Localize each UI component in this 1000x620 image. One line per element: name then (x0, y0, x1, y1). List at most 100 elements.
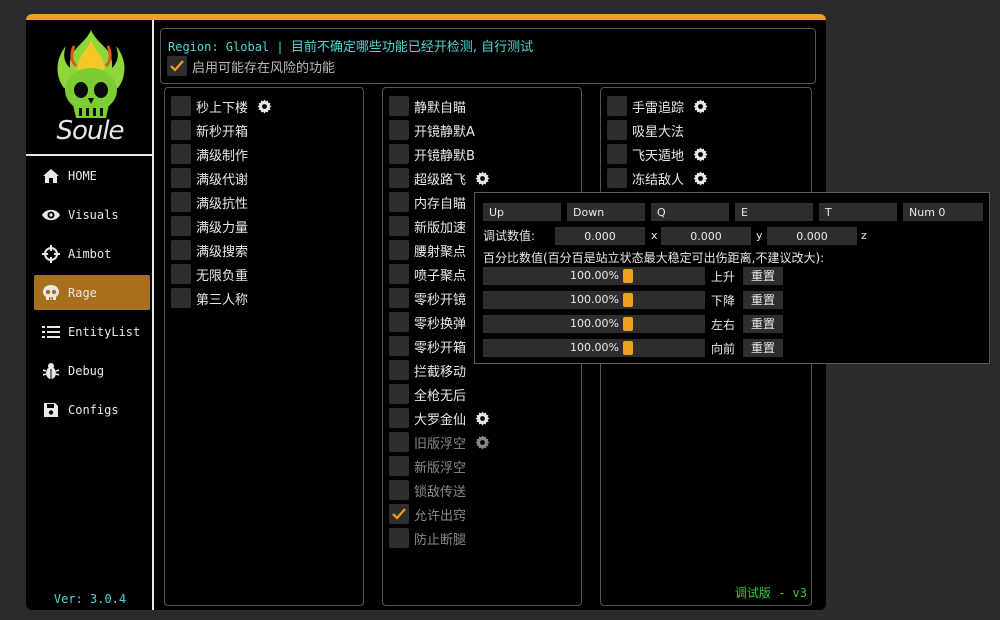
nav-item-rage[interactable]: Rage (34, 275, 150, 310)
key-field-num0[interactable]: Num 0 (903, 203, 983, 221)
reset-button[interactable]: 重置 (743, 315, 783, 333)
feature-toggle[interactable]: 静默自瞄 (389, 96, 466, 116)
feature-checkbox[interactable] (389, 264, 409, 284)
feature-toggle[interactable]: 冻结敌人 (607, 168, 708, 188)
feature-toggle[interactable]: 拦截移动 (389, 360, 466, 380)
feature-checkbox[interactable] (389, 96, 409, 116)
slider-handle[interactable] (623, 341, 633, 355)
feature-toggle[interactable]: 内存自瞄 (389, 192, 466, 212)
feature-toggle[interactable]: 手雷追踪 (607, 96, 708, 116)
feature-toggle[interactable]: 新秒开箱 (171, 120, 248, 140)
slider-handle[interactable] (623, 317, 633, 331)
feature-checkbox[interactable] (389, 408, 409, 428)
feature-toggle[interactable]: 秒上下楼 (171, 96, 272, 116)
feature-checkbox[interactable] (389, 192, 409, 212)
feature-toggle[interactable]: 零秒换弹 (389, 312, 466, 332)
feature-checkbox[interactable] (171, 168, 191, 188)
feature-toggle[interactable]: 腰射聚点 (389, 240, 466, 260)
gear-icon[interactable] (474, 434, 490, 450)
debug-z-input[interactable]: 0.000 (767, 227, 857, 245)
gear-icon[interactable] (256, 98, 272, 114)
percent-slider[interactable]: 100.00% (483, 291, 705, 309)
feature-toggle[interactable]: 无限负重 (171, 264, 248, 284)
feature-toggle[interactable]: 满级制作 (171, 144, 248, 164)
feature-toggle[interactable]: 吸星大法 (607, 120, 684, 140)
feature-toggle[interactable]: 超级路飞 (389, 168, 490, 188)
feature-checkbox[interactable] (389, 240, 409, 260)
key-field-q[interactable]: Q (651, 203, 729, 221)
slider-handle[interactable] (623, 269, 633, 283)
feature-checkbox[interactable] (607, 96, 627, 116)
feature-toggle[interactable]: 零秒开箱 (389, 336, 466, 356)
debug-x-input[interactable]: 0.000 (555, 227, 645, 245)
nav-item-home[interactable]: HOME (34, 158, 150, 193)
feature-checkbox[interactable] (389, 456, 409, 476)
feature-checkbox[interactable] (171, 144, 191, 164)
feature-checkbox[interactable] (389, 504, 409, 524)
feature-checkbox[interactable] (389, 216, 409, 236)
reset-button[interactable]: 重置 (743, 339, 783, 357)
feature-checkbox[interactable] (389, 288, 409, 308)
gear-icon[interactable] (692, 146, 708, 162)
feature-checkbox[interactable] (389, 168, 409, 188)
feature-checkbox[interactable] (171, 264, 191, 284)
feature-toggle[interactable]: 允许出窍 (389, 504, 466, 524)
feature-checkbox[interactable] (171, 288, 191, 308)
feature-toggle[interactable]: 零秒开镜 (389, 288, 466, 308)
feature-toggle[interactable]: 第三人称 (171, 288, 248, 308)
feature-toggle[interactable]: 新版浮空 (389, 456, 466, 476)
reset-button[interactable]: 重置 (743, 291, 783, 309)
feature-toggle[interactable]: 旧版浮空 (389, 432, 490, 452)
feature-checkbox[interactable] (389, 360, 409, 380)
percent-slider[interactable]: 100.00% (483, 339, 705, 357)
nav-item-entitylist[interactable]: EntityList (34, 314, 150, 349)
risk-toggle-row[interactable]: 启用可能存在风险的功能 (167, 56, 335, 76)
risk-checkbox[interactable] (167, 56, 187, 76)
feature-checkbox[interactable] (389, 384, 409, 404)
feature-toggle[interactable]: 满级搜索 (171, 240, 248, 260)
feature-toggle[interactable]: 新版加速 (389, 216, 466, 236)
nav-item-visuals[interactable]: Visuals (34, 197, 150, 232)
feature-toggle[interactable]: 锁敌传送 (389, 480, 466, 500)
gear-icon[interactable] (474, 170, 490, 186)
feature-checkbox[interactable] (389, 144, 409, 164)
debug-y-input[interactable]: 0.000 (661, 227, 751, 245)
feature-toggle[interactable]: 大罗金仙 (389, 408, 490, 428)
feature-toggle[interactable]: 满级力量 (171, 216, 248, 236)
feature-checkbox[interactable] (171, 96, 191, 116)
feature-toggle[interactable]: 全枪无后 (389, 384, 466, 404)
feature-toggle[interactable]: 开镜静默B (389, 144, 475, 164)
feature-toggle[interactable]: 满级代谢 (171, 168, 248, 188)
percent-slider[interactable]: 100.00% (483, 315, 705, 333)
key-field-e[interactable]: E (735, 203, 813, 221)
nav-item-debug[interactable]: Debug (34, 353, 150, 388)
feature-toggle[interactable]: 喷子聚点 (389, 264, 466, 284)
feature-toggle[interactable]: 满级抗性 (171, 192, 248, 212)
feature-checkbox[interactable] (171, 120, 191, 140)
key-field-t[interactable]: T (819, 203, 897, 221)
feature-checkbox[interactable] (607, 168, 627, 188)
feature-checkbox[interactable] (171, 216, 191, 236)
key-field-down[interactable]: Down (567, 203, 645, 221)
feature-toggle[interactable]: 防止断腿 (389, 528, 466, 548)
feature-checkbox[interactable] (607, 144, 627, 164)
feature-checkbox[interactable] (389, 432, 409, 452)
feature-checkbox[interactable] (389, 528, 409, 548)
key-field-up[interactable]: Up (483, 203, 561, 221)
gear-icon[interactable] (474, 410, 490, 426)
slider-handle[interactable] (623, 293, 633, 307)
feature-checkbox[interactable] (171, 240, 191, 260)
feature-checkbox[interactable] (389, 336, 409, 356)
feature-checkbox[interactable] (389, 120, 409, 140)
feature-toggle[interactable]: 飞天遁地 (607, 144, 708, 164)
feature-checkbox[interactable] (171, 192, 191, 212)
feature-checkbox[interactable] (389, 312, 409, 332)
gear-icon[interactable] (692, 170, 708, 186)
feature-checkbox[interactable] (389, 480, 409, 500)
nav-item-configs[interactable]: Configs (34, 392, 150, 427)
percent-slider[interactable]: 100.00% (483, 267, 705, 285)
feature-toggle[interactable]: 开镜静默A (389, 120, 475, 140)
nav-item-aimbot[interactable]: Aimbot (34, 236, 150, 271)
feature-checkbox[interactable] (607, 120, 627, 140)
reset-button[interactable]: 重置 (743, 267, 783, 285)
